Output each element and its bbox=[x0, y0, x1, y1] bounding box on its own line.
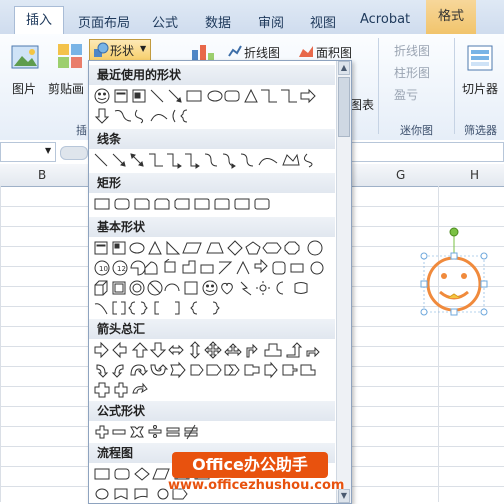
column-header-h[interactable]: H bbox=[470, 168, 479, 182]
tab-review[interactable]: 审阅 bbox=[258, 12, 284, 31]
formula-input[interactable] bbox=[350, 142, 504, 162]
svg-text:10: 10 bbox=[99, 265, 108, 273]
rectangles-row[interactable] bbox=[93, 195, 293, 215]
menu-scrollbar[interactable]: ▲ ▼ bbox=[336, 61, 351, 503]
tab-page-layout[interactable]: 页面布局 bbox=[78, 12, 130, 31]
smiley-shape-selected[interactable] bbox=[418, 226, 494, 316]
sparkline-column-button[interactable]: 柱形图 bbox=[394, 64, 430, 81]
formula-bar-splitter[interactable] bbox=[60, 146, 88, 160]
shapes-icon bbox=[93, 42, 109, 61]
slicer-button[interactable]: 切片器 bbox=[462, 80, 498, 97]
column-header-g[interactable]: G bbox=[396, 168, 405, 182]
line-chart-button[interactable]: 折线图 bbox=[244, 44, 280, 61]
slicer-icon[interactable] bbox=[466, 44, 494, 75]
section-recent-shapes: 最近使用的形状 bbox=[89, 65, 335, 85]
line-chart-icon[interactable] bbox=[228, 44, 242, 61]
basic-shapes-row-2[interactable]: 10 12 bbox=[93, 259, 333, 279]
scroll-thumb[interactable] bbox=[338, 77, 350, 137]
sparkline-line-button[interactable]: 折线图 bbox=[394, 42, 430, 59]
column-header-b[interactable]: B bbox=[38, 168, 46, 182]
scroll-up-button[interactable]: ▲ bbox=[338, 61, 350, 75]
tab-view[interactable]: 视图 bbox=[310, 12, 336, 31]
watermark-title: Office办公助手 bbox=[172, 452, 328, 478]
shapes-button[interactable]: 形状 ▼ bbox=[89, 39, 151, 61]
area-chart-icon[interactable] bbox=[298, 44, 314, 61]
block-arrows-row-3[interactable] bbox=[93, 381, 173, 401]
section-basic-shapes: 基本形状 bbox=[89, 217, 335, 237]
sparkline-winloss-button[interactable]: 盈亏 bbox=[394, 86, 418, 103]
chevron-down-icon: ▼ bbox=[45, 146, 52, 155]
chart-more-label[interactable]: 图表 bbox=[350, 96, 374, 113]
recent-shapes-row-2[interactable] bbox=[93, 107, 213, 127]
area-chart-button[interactable]: 面积图 bbox=[316, 44, 352, 61]
chevron-down-icon: ▼ bbox=[140, 44, 147, 53]
section-equation-shapes: 公式形状 bbox=[89, 401, 335, 421]
basic-shapes-row-4[interactable] bbox=[93, 299, 243, 319]
sparklines-group-label: 迷你图 bbox=[400, 124, 433, 137]
group-divider bbox=[378, 38, 379, 134]
tab-format[interactable]: 格式 bbox=[426, 0, 477, 34]
tab-formulas[interactable]: 公式 bbox=[152, 12, 178, 31]
filter-group-label: 筛选器 bbox=[464, 124, 497, 137]
clipart-icon[interactable] bbox=[56, 42, 86, 72]
group-divider bbox=[454, 38, 455, 134]
lines-row[interactable] bbox=[93, 151, 333, 171]
tab-insert[interactable]: 插入 bbox=[14, 6, 65, 35]
watermark-url: www.officezhushou.com bbox=[168, 478, 345, 493]
tab-data[interactable]: 数据 bbox=[205, 12, 231, 31]
block-arrows-row-1[interactable] bbox=[93, 341, 333, 361]
basic-shapes-row-1[interactable] bbox=[93, 239, 333, 259]
shapes-label: 形状 bbox=[110, 44, 135, 58]
section-rectangles: 矩形 bbox=[89, 173, 335, 193]
recent-shapes-row[interactable] bbox=[93, 87, 333, 107]
clipart-button[interactable]: 剪贴画 bbox=[48, 80, 84, 97]
section-lines: 线条 bbox=[89, 129, 335, 149]
section-block-arrows: 箭头总汇 bbox=[89, 319, 335, 339]
picture-icon[interactable] bbox=[10, 42, 40, 72]
svg-text:12: 12 bbox=[117, 265, 126, 273]
block-arrows-row-2[interactable] bbox=[93, 361, 333, 381]
shapes-gallery-menu: 最近使用的形状 线条 矩形 基本形状 10 12 箭头总汇 公式形状 流程图 ▲… bbox=[88, 60, 352, 504]
basic-shapes-row-3[interactable] bbox=[93, 279, 333, 299]
ribbon-tab-bar: 插入 页面布局 公式 数据 审阅 视图 Acrobat 格式 bbox=[0, 0, 504, 35]
picture-button[interactable]: 图片 bbox=[12, 80, 36, 97]
tab-acrobat[interactable]: Acrobat bbox=[360, 12, 410, 27]
equation-shapes-row[interactable] bbox=[93, 423, 213, 443]
insert-group-label: 插 bbox=[76, 124, 87, 137]
name-box[interactable]: ▼ bbox=[0, 142, 56, 162]
